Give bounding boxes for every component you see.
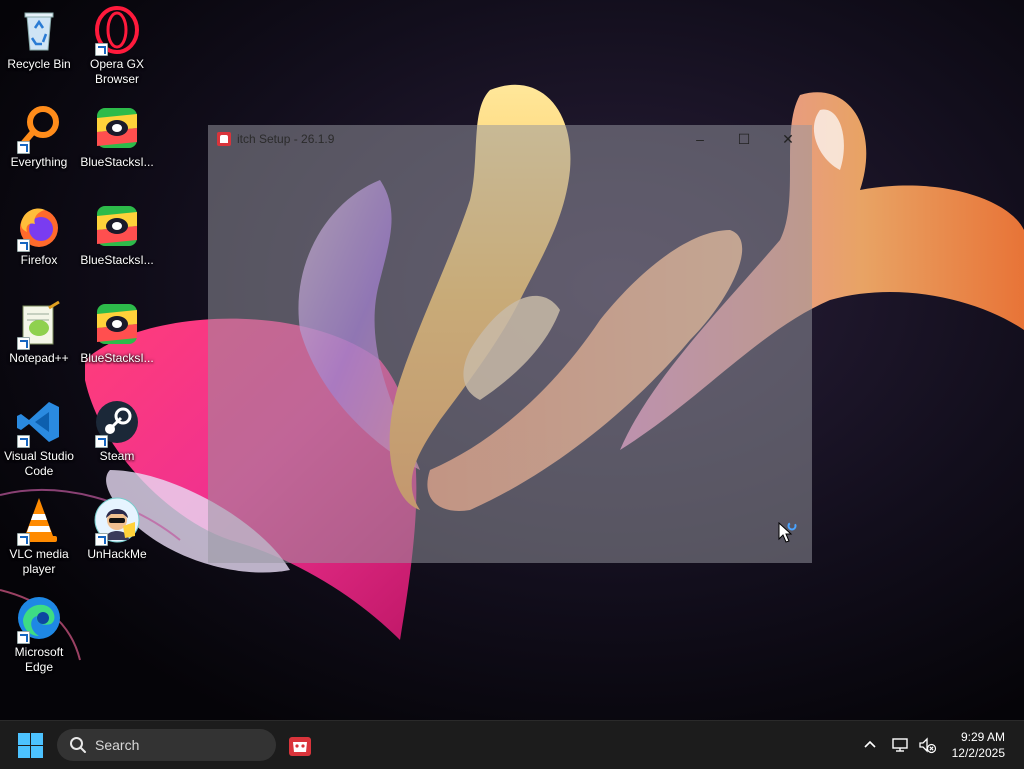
desktop-icon-label: BlueStacksI... (80, 253, 154, 267)
desktop-icon-label: Microsoft Edge (14, 645, 64, 674)
desktop-icon-notepadpp[interactable]: Notepad++ (0, 294, 78, 366)
desktop-icon-label: Notepad++ (9, 351, 69, 365)
notepadpp-icon (15, 300, 63, 350)
minimize-button[interactable]: – (678, 125, 722, 153)
shortcut-arrow-icon (17, 631, 30, 644)
vscode-icon (15, 398, 63, 448)
shortcut-arrow-icon (17, 533, 30, 546)
desktop-icon-unhackme[interactable]: UnHackMe (78, 490, 156, 562)
shortcut-arrow-icon (17, 141, 30, 154)
desktop-icon-label: BlueStacksI... (80, 351, 154, 365)
desktop-icon-edge[interactable]: Microsoft Edge (0, 588, 78, 675)
volume-muted-icon[interactable] (917, 735, 937, 755)
windows-start-icon[interactable] (18, 733, 44, 759)
desktop-icon-vscode[interactable]: Visual Studio Code (0, 392, 78, 479)
desktop-icon-label: VLC media player (9, 547, 69, 576)
taskbar-search-box[interactable]: Search (57, 729, 276, 761)
maximize-icon: ☐ (737, 130, 751, 147)
clock-time: 9:29 AM (960, 730, 1005, 744)
desktop-icon-label: Steam (99, 449, 135, 463)
shortcut-arrow-icon (95, 43, 108, 56)
desktop-icon-label: BlueStacksI... (80, 155, 154, 169)
shortcut-arrow-icon (95, 533, 108, 546)
desktop-icon-bluestacks-3[interactable]: BlueStacksI... (78, 294, 156, 366)
bluestacks-icon (93, 300, 141, 348)
taskbar-itch-icon[interactable] (288, 734, 312, 758)
desktop-icon-steam[interactable]: Steam (78, 392, 156, 464)
desktop-icon-opera-gx[interactable]: Opera GX Browser (78, 0, 156, 87)
busy-cursor-icon (778, 522, 797, 543)
desktop-icon-label: Everything (10, 155, 68, 169)
desktop-icon-everything[interactable]: Everything (0, 98, 78, 170)
taskbar: Search 9:29 AM 12/2/2025 (0, 720, 1024, 769)
itch-setup-window[interactable]: itch Setup - 26.1.9 – ☐ ✕ (208, 125, 812, 563)
show-hidden-icons-chevron-icon[interactable] (860, 735, 880, 755)
desktop-icon-bluestacks-2[interactable]: BlueStacksI... (78, 196, 156, 268)
desktop-icon-vlc[interactable]: VLC media player (0, 490, 78, 577)
firefox-icon (15, 202, 63, 252)
bluestacks-icon (93, 202, 141, 250)
desktop-icon-label: Firefox (20, 253, 58, 267)
edge-icon (15, 594, 63, 644)
shortcut-arrow-icon (17, 337, 30, 350)
minimize-icon: – (696, 131, 704, 147)
steam-icon (93, 398, 141, 448)
window-title: itch Setup - 26.1.9 (237, 132, 335, 146)
close-button[interactable]: ✕ (766, 125, 810, 153)
everything-search-icon (15, 104, 63, 154)
desktop-icon-label: Recycle Bin (7, 57, 71, 71)
desktop-icon-label: Opera GX Browser (89, 57, 145, 86)
network-icon[interactable] (890, 735, 910, 755)
close-icon: ✕ (782, 130, 794, 147)
shortcut-arrow-icon (17, 435, 30, 448)
desktop-icon-recycle-bin[interactable]: Recycle Bin (0, 0, 78, 72)
clock-date: 12/2/2025 (951, 746, 1005, 760)
shortcut-arrow-icon (17, 239, 30, 252)
bluestacks-icon (93, 104, 141, 152)
unhackme-icon (93, 496, 141, 546)
shortcut-arrow-icon (95, 435, 108, 448)
search-placeholder: Search (95, 737, 140, 753)
recycle-bin-icon (15, 6, 63, 54)
opera-gx-icon (93, 6, 141, 56)
maximize-button[interactable]: ☐ (722, 125, 766, 153)
desktop-icon-label: UnHackMe (87, 547, 147, 561)
itch-icon (217, 132, 231, 146)
search-icon (70, 737, 86, 753)
desktop-icon-firefox[interactable]: Firefox (0, 196, 78, 268)
vlc-icon (15, 496, 63, 546)
desktop-icon-label: Visual Studio Code (4, 449, 74, 478)
taskbar-clock[interactable]: 9:29 AM 12/2/2025 (952, 729, 1005, 761)
desktop-icon-bluestacks-1[interactable]: BlueStacksI... (78, 98, 156, 170)
